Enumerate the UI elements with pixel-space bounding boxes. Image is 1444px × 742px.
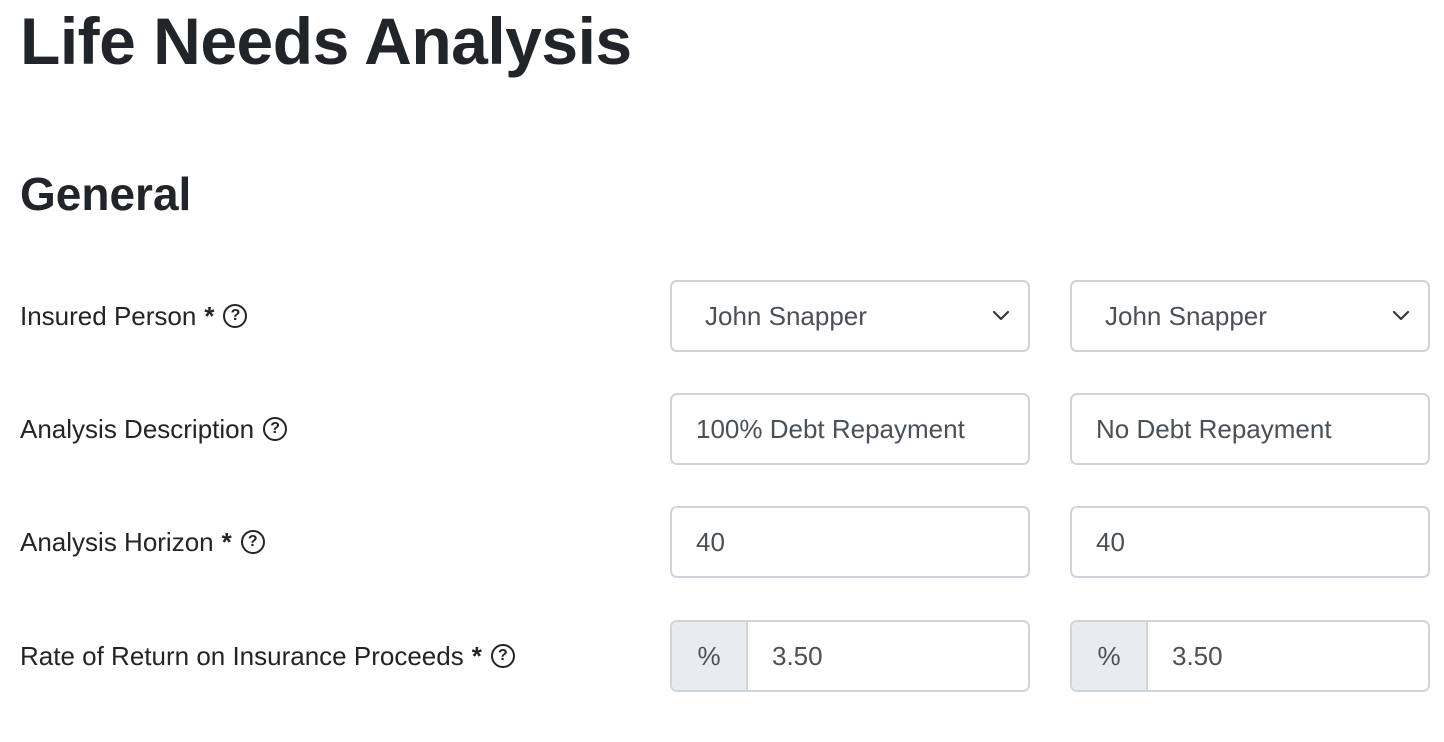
required-asterisk: * — [221, 526, 232, 557]
analysis-horizon-row: Analysis Horizon * ? — [0, 506, 1444, 578]
analysis-horizon-label: Analysis Horizon * ? — [20, 506, 265, 578]
page-title: Life Needs Analysis — [20, 4, 632, 78]
chevron-down-icon — [1390, 305, 1412, 327]
analysis-horizon-input-a[interactable] — [670, 506, 1030, 578]
analysis-description-input-a[interactable] — [670, 393, 1030, 465]
question-circle-icon[interactable]: ? — [223, 304, 248, 328]
analysis-description-row: Analysis Description ? — [0, 393, 1444, 465]
required-asterisk: * — [471, 640, 482, 671]
page: Life Needs Analysis General Insured Pers… — [0, 0, 1444, 742]
rate-of-return-label-text: Rate of Return on Insurance Proceeds — [20, 640, 464, 671]
insured-person-select-a-value: John Snapper — [705, 300, 867, 331]
insured-person-select-b-value: John Snapper — [1105, 300, 1267, 331]
rate-of-return-input-a[interactable] — [748, 622, 1028, 690]
analysis-horizon-input-b[interactable] — [1070, 506, 1430, 578]
insured-person-row: Insured Person * ? John Snapper John Sna… — [0, 280, 1444, 352]
question-circle-icon[interactable]: ? — [263, 417, 288, 441]
insured-person-label-text: Insured Person — [20, 300, 197, 331]
analysis-description-label-text: Analysis Description — [20, 413, 255, 444]
rate-of-return-group-a: % — [670, 620, 1030, 692]
rate-of-return-input-b[interactable] — [1148, 622, 1428, 690]
rate-of-return-group-b: % — [1070, 620, 1430, 692]
analysis-description-input-b[interactable] — [1070, 393, 1430, 465]
analysis-description-label: Analysis Description ? — [20, 393, 288, 465]
section-title-general: General — [20, 168, 192, 220]
percent-addon: % — [1072, 622, 1148, 690]
required-asterisk: * — [204, 300, 215, 331]
rate-of-return-label: Rate of Return on Insurance Proceeds * ? — [20, 620, 515, 692]
question-circle-icon[interactable]: ? — [490, 644, 515, 668]
question-circle-icon[interactable]: ? — [240, 530, 265, 554]
insured-person-select-a[interactable]: John Snapper — [670, 280, 1030, 352]
rate-of-return-row: Rate of Return on Insurance Proceeds * ?… — [0, 620, 1444, 692]
percent-addon: % — [672, 622, 748, 690]
insured-person-select-b[interactable]: John Snapper — [1070, 280, 1430, 352]
insured-person-label: Insured Person * ? — [20, 280, 248, 352]
analysis-horizon-label-text: Analysis Horizon — [20, 526, 214, 557]
chevron-down-icon — [990, 305, 1012, 327]
